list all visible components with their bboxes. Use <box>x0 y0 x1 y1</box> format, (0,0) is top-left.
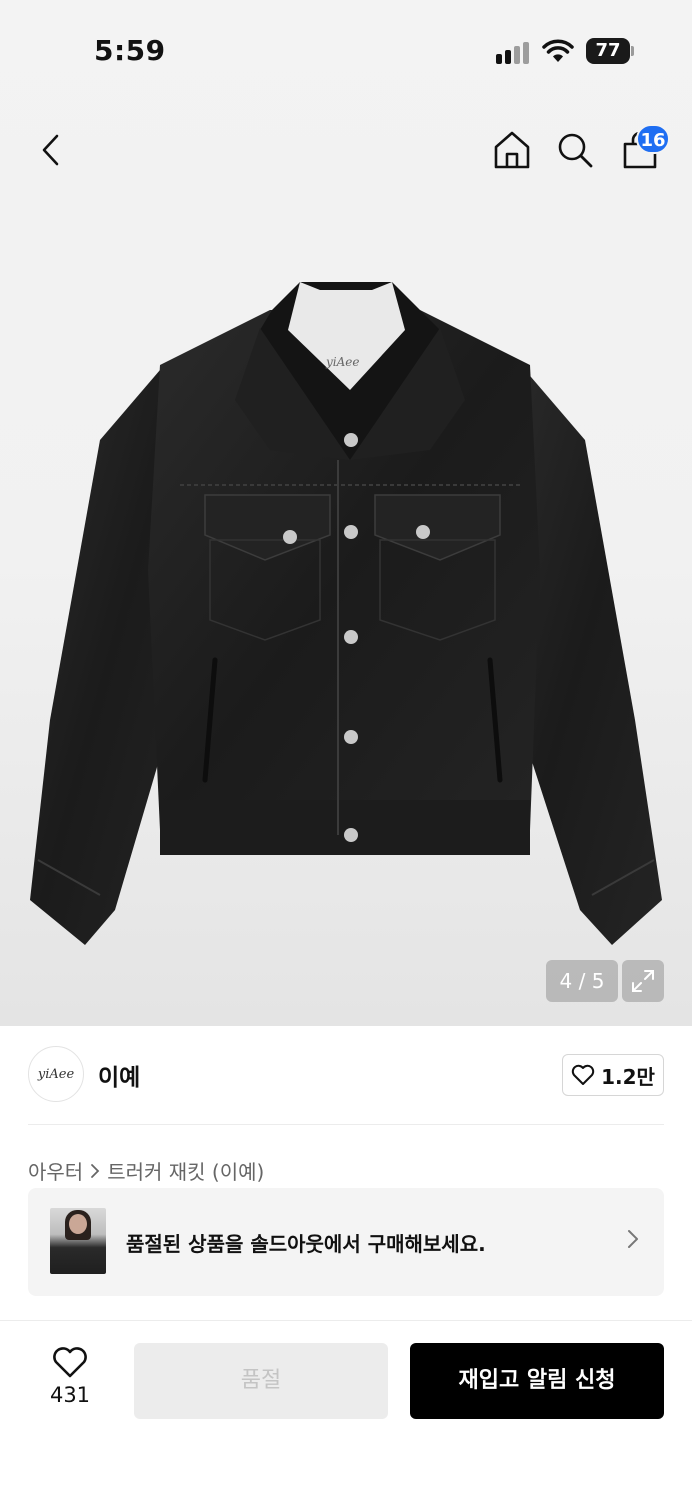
home-button[interactable] <box>492 128 532 172</box>
breadcrumb: 아우터 트러커 재킷 (이예) <box>28 1156 264 1185</box>
battery-level: 77 <box>595 40 621 61</box>
heart-icon <box>571 1064 595 1085</box>
back-button[interactable] <box>30 128 70 172</box>
promo-thumbnail <box>50 1208 106 1274</box>
product-image-gallery[interactable]: 5:59 77 16 yiAee 4 / 5 <box>0 0 692 1026</box>
brand-name[interactable]: 이예 <box>98 1058 140 1092</box>
search-button[interactable] <box>555 128 595 172</box>
chevron-right-icon <box>91 1163 100 1178</box>
breadcrumb-category[interactable]: 아우터 <box>28 1156 83 1185</box>
bottom-action-bar: 431 품절 재입고 알림 신청 <box>0 1320 692 1500</box>
expand-image-button[interactable] <box>622 960 664 1002</box>
wifi-icon <box>542 39 574 62</box>
home-icon <box>494 131 530 169</box>
brand-like-button[interactable]: 1.2만 <box>562 1054 664 1096</box>
promo-text: 품절된 상품을 솔드아웃에서 구매해보세요. <box>126 1232 486 1256</box>
search-icon <box>558 133 593 168</box>
cart-count-badge: 16 <box>636 124 670 154</box>
breadcrumb-product: 트러커 재킷 (이예) <box>107 1160 265 1184</box>
status-bar: 5:59 77 <box>0 0 692 100</box>
garment-label: yiAee <box>325 355 360 369</box>
chevron-left-icon <box>42 134 59 166</box>
restock-alert-button[interactable]: 재입고 알림 신청 <box>410 1343 664 1419</box>
brand-logo[interactable]: yiAee <box>28 1046 84 1102</box>
status-time: 5:59 <box>94 34 166 67</box>
wishlist-button[interactable]: 431 <box>40 1347 100 1423</box>
wishlist-count: 431 <box>49 1383 91 1407</box>
heart-icon <box>53 1347 87 1378</box>
soldout-promo-banner[interactable]: 품절된 상품을 솔드아웃에서 구매해보세요. <box>28 1188 664 1296</box>
brand-row[interactable]: yiAee 이예 1.2만 <box>0 1026 692 1126</box>
battery-icon: 77 <box>586 38 634 64</box>
chevron-right-icon <box>628 1230 638 1248</box>
brand-like-count: 1.2만 <box>601 1064 655 1089</box>
cellular-signal-icon <box>496 40 532 64</box>
expand-icon <box>632 970 654 992</box>
product-image: yiAee <box>30 282 662 945</box>
divider <box>28 1124 664 1125</box>
image-counter: 4 / 5 <box>546 960 618 1002</box>
soldout-button: 품절 <box>134 1343 388 1419</box>
